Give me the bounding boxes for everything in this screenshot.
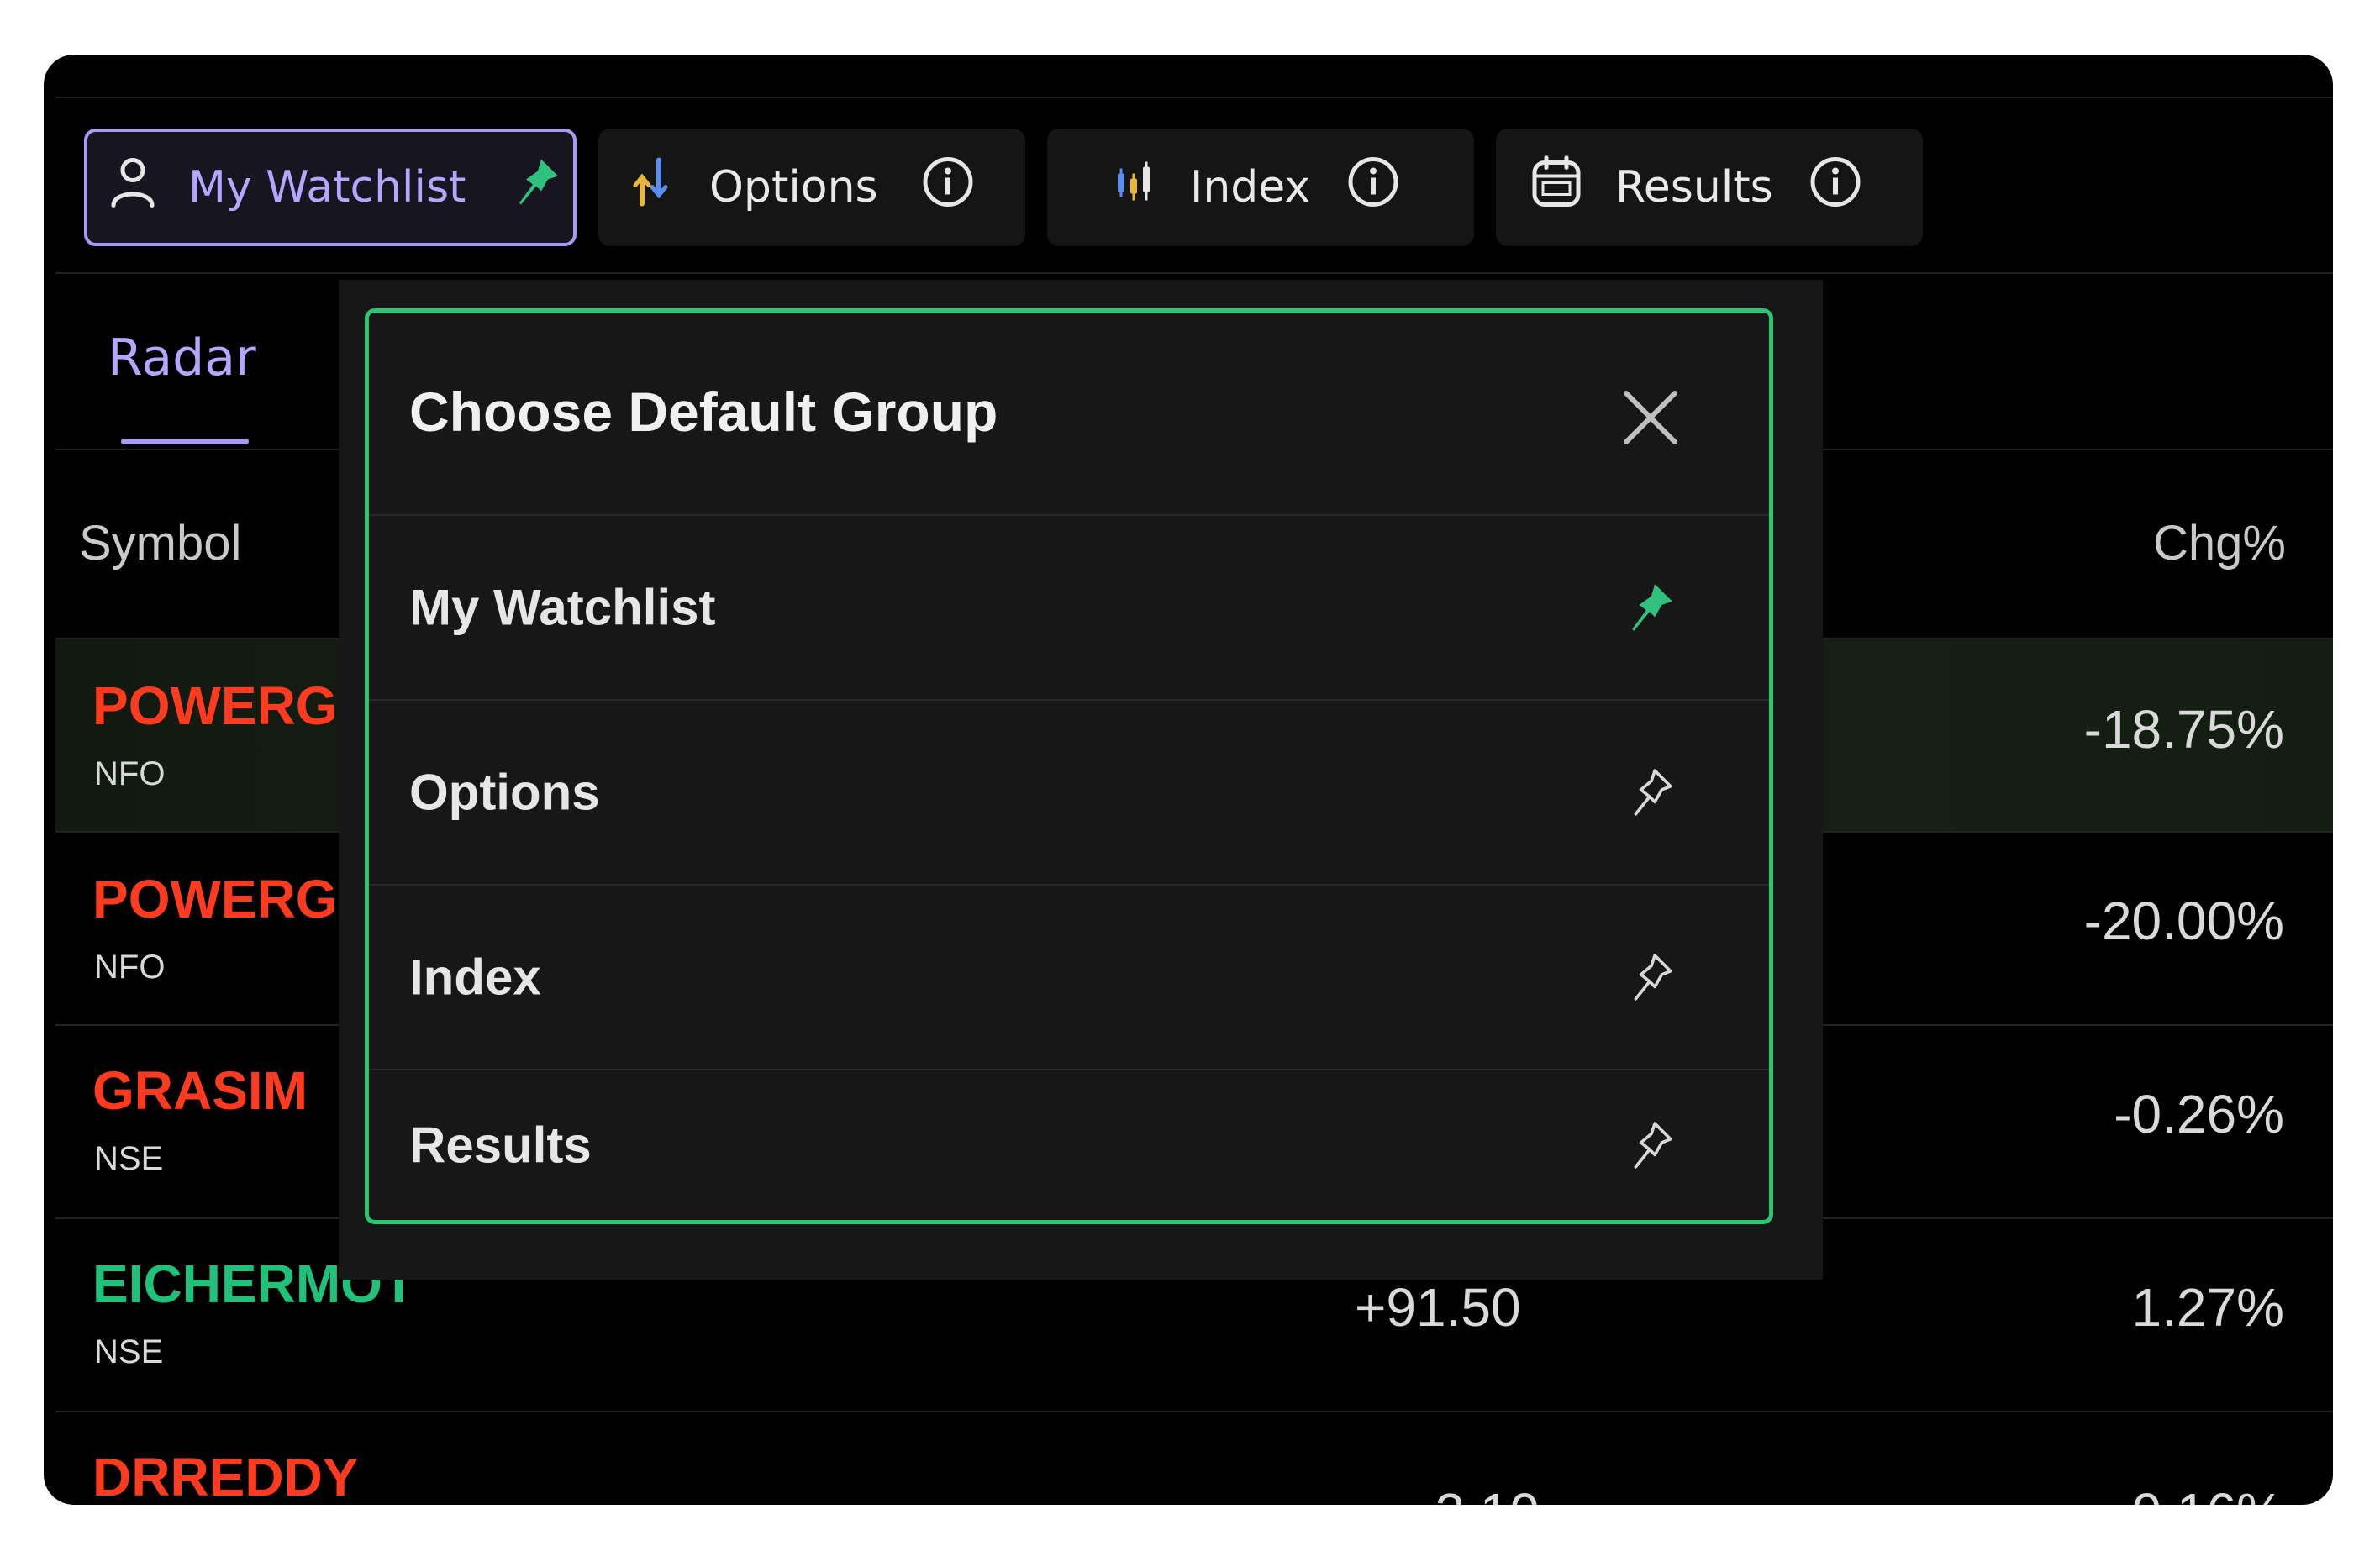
change-percent: 1.27% — [2131, 1277, 2284, 1338]
info-icon[interactable] — [1346, 155, 1400, 220]
tab-radar[interactable]: Radar — [108, 329, 256, 387]
tab-index[interactable]: Index — [1047, 129, 1474, 246]
group-option-label: Index — [409, 949, 541, 1006]
choose-default-group-dialog: Choose Default Group My Watchlist Option… — [365, 308, 1773, 1224]
radar-active-indicator — [121, 439, 249, 444]
change-percent: -18.75% — [2083, 699, 2284, 760]
group-option-index[interactable]: Index — [369, 886, 1769, 1069]
exchange-label: NFO — [94, 949, 166, 986]
pin-filled-icon[interactable] — [1626, 582, 1677, 633]
close-icon[interactable] — [1621, 388, 1680, 447]
candlestick-icon — [1114, 160, 1153, 215]
tab-results[interactable]: Results — [1496, 129, 1923, 246]
change-percent: -0.26% — [2114, 1084, 2284, 1144]
symbol-name: POWERG — [92, 869, 338, 929]
tabs-divider — [55, 272, 2333, 274]
pin-filled-icon[interactable] — [516, 158, 560, 218]
symbol-name: GRASIM — [92, 1060, 308, 1121]
exchange-label: NFO — [94, 755, 166, 792]
column-header-symbol[interactable]: Symbol — [79, 515, 241, 571]
pin-outline-icon[interactable] — [1626, 1120, 1677, 1170]
tab-label: Index — [1190, 162, 1311, 213]
user-icon — [109, 155, 156, 220]
exchange-label: NSE — [94, 1140, 164, 1177]
change-percent: -20.00% — [2083, 891, 2284, 951]
symbol-name: DRREDDY — [92, 1447, 359, 1505]
tab-label: Options — [709, 162, 878, 213]
group-option-results[interactable]: Results — [369, 1070, 1769, 1220]
tab-label: My Watchlist — [188, 162, 466, 213]
change-percent: 0.16% — [2132, 1481, 2284, 1505]
app-window: My Watchlist Options Index Results Radar… — [44, 55, 2333, 1505]
column-header-chg-pct[interactable]: Chg% — [2153, 515, 2286, 571]
group-option-label: Results — [409, 1117, 592, 1174]
group-option-label: Options — [409, 764, 600, 821]
tab-my-watchlist[interactable]: My Watchlist — [84, 129, 577, 246]
info-icon[interactable] — [1809, 155, 1862, 220]
top-divider — [55, 97, 2333, 98]
info-icon[interactable] — [921, 155, 975, 220]
pin-outline-icon[interactable] — [1626, 952, 1677, 1002]
symbol-name: POWERG — [92, 676, 338, 736]
exchange-label: NSE — [94, 1333, 164, 1370]
tab-label: Results — [1615, 162, 1773, 213]
dialog-title: Choose Default Group — [409, 381, 998, 443]
calendar-icon — [1531, 155, 1582, 219]
group-option-my-watchlist[interactable]: My Watchlist — [369, 516, 1769, 699]
table-row[interactable]: DRREDDY -2.10 0.16% — [55, 1412, 2333, 1505]
options-arrows-icon — [632, 157, 671, 218]
group-option-options[interactable]: Options — [369, 701, 1769, 884]
pin-outline-icon[interactable] — [1626, 767, 1677, 818]
group-option-label: My Watchlist — [409, 579, 716, 636]
change-value: +91.50 — [1355, 1277, 1521, 1338]
tab-options[interactable]: Options — [598, 129, 1025, 246]
change-value: -2.10 — [1417, 1481, 1540, 1505]
